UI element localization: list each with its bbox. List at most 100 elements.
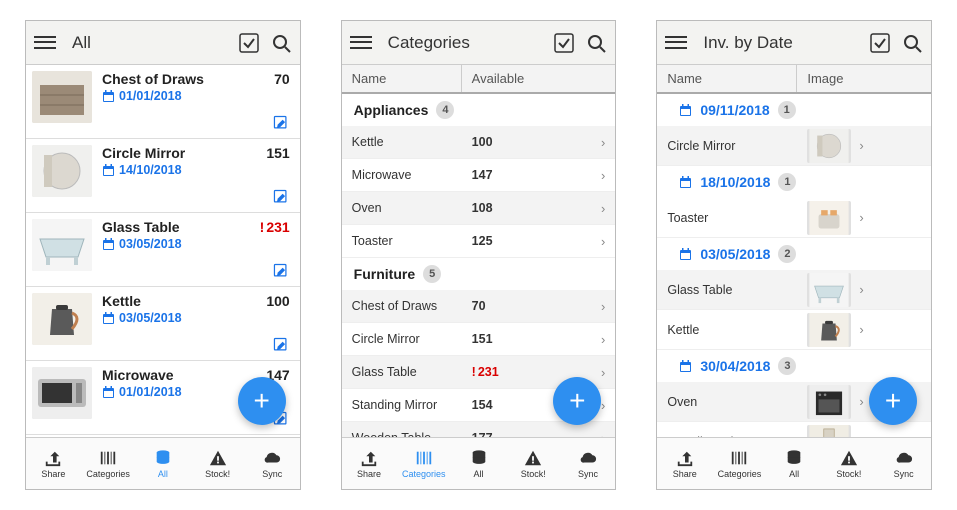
nav-share[interactable]: Share [342, 438, 397, 489]
table-row[interactable]: Oven 108 › [342, 192, 616, 225]
cell-name: Chest of Draws [352, 299, 472, 313]
nav-sync[interactable]: Sync [561, 438, 616, 489]
edit-icon[interactable] [272, 262, 290, 280]
nav-sync[interactable]: Sync [876, 438, 931, 489]
cell-name: Standing Mirror [352, 398, 472, 412]
date-group[interactable]: 03/05/20182 [657, 238, 931, 270]
add-button[interactable]: + [869, 377, 917, 425]
cell-available: 125 [472, 234, 601, 248]
screen-categories: Categories Name Available Appliances4 Ke… [341, 20, 617, 490]
grid-header: Name Image [657, 65, 931, 94]
menu-icon[interactable] [34, 32, 56, 54]
table-row[interactable]: Kettle › [657, 310, 931, 350]
table-row[interactable]: Circle Mirror 151 › [342, 323, 616, 356]
list-item[interactable]: Circle Mirror 14/10/2018 151 [26, 139, 300, 213]
item-title: Circle Mirror [102, 145, 254, 161]
nav-share[interactable]: Share [657, 438, 712, 489]
table-row[interactable]: Kettle 100 › [342, 126, 616, 159]
table-row[interactable]: Circle Mirror › [657, 126, 931, 166]
cell-available: 147 [472, 168, 601, 182]
cell-name: Circle Mirror [352, 332, 472, 346]
chevron-right-icon: › [601, 168, 605, 183]
page-title: Categories [382, 33, 544, 53]
search-icon[interactable] [901, 32, 923, 54]
table-row[interactable]: Toaster 125 › [342, 225, 616, 258]
add-button[interactable]: + [238, 377, 286, 425]
cell-image [807, 425, 859, 438]
nav-share[interactable]: Share [26, 438, 81, 489]
cell-available: 151 [472, 332, 601, 346]
bottom-nav: Share Categories All Stock! Sync [657, 437, 931, 489]
nav-all[interactable]: All [135, 438, 190, 489]
select-mode-icon[interactable] [238, 32, 260, 54]
topbar: Categories [342, 21, 616, 65]
bottom-nav: Share Categories All Stock! Sync [26, 437, 300, 489]
cell-name: Glass Table [352, 365, 472, 379]
menu-icon[interactable] [350, 32, 372, 54]
topbar: All [26, 21, 300, 65]
select-mode-icon[interactable] [553, 32, 575, 54]
date-group[interactable]: 09/11/20181 [657, 94, 931, 126]
menu-icon[interactable] [665, 32, 687, 54]
chevron-right-icon: › [601, 234, 605, 249]
list-item[interactable]: Glass Table 03/05/2018 !231 [26, 213, 300, 287]
item-date: 01/01/2018 [102, 385, 254, 399]
group-count: 5 [423, 265, 441, 283]
cell-available: 70 [472, 299, 601, 313]
table-row[interactable]: Microwave 147 › [342, 159, 616, 192]
item-title: Kettle [102, 293, 254, 309]
group-count: 3 [778, 357, 796, 375]
group-count: 1 [778, 101, 796, 119]
group-count: 1 [778, 173, 796, 191]
nav-sync[interactable]: Sync [245, 438, 300, 489]
table-row[interactable]: Chest of Draws 70 › [342, 290, 616, 323]
nav-all[interactable]: All [767, 438, 822, 489]
cell-name: Toaster [352, 234, 472, 248]
group-count: 4 [436, 101, 454, 119]
nav-stock[interactable]: Stock! [506, 438, 561, 489]
cell-available: 100 [472, 135, 601, 149]
table-row[interactable]: Toaster › [657, 198, 931, 238]
nav-stock[interactable]: Stock! [190, 438, 245, 489]
chevron-right-icon: › [601, 135, 605, 150]
cell-name: Oven [667, 395, 807, 409]
chevron-right-icon: › [859, 138, 863, 153]
cell-name: Toaster [667, 211, 807, 225]
item-thumbnail [32, 367, 92, 419]
select-mode-icon[interactable] [869, 32, 891, 54]
category-group[interactable]: Appliances4 [342, 94, 616, 126]
cell-image [807, 273, 859, 307]
nav-categories[interactable]: Categories [81, 438, 136, 489]
add-button[interactable]: + [553, 377, 601, 425]
cell-name: Kettle [667, 323, 807, 337]
cell-name: Kettle [352, 135, 472, 149]
search-icon[interactable] [585, 32, 607, 54]
col-name: Name [657, 65, 797, 92]
chevron-right-icon: › [601, 299, 605, 314]
page-title: Inv. by Date [697, 33, 859, 53]
category-group[interactable]: Furniture5 [342, 258, 616, 290]
nav-all[interactable]: All [451, 438, 506, 489]
chevron-right-icon: › [859, 394, 863, 409]
chevron-right-icon: › [859, 210, 863, 225]
nav-categories[interactable]: Categories [712, 438, 767, 489]
topbar: Inv. by Date [657, 21, 931, 65]
chevron-right-icon: › [601, 201, 605, 216]
table-row[interactable]: Glass Table › [657, 270, 931, 310]
nav-categories[interactable]: Categories [396, 438, 451, 489]
item-title: Microwave [102, 367, 254, 383]
search-icon[interactable] [270, 32, 292, 54]
edit-icon[interactable] [272, 336, 290, 354]
date-group[interactable]: 18/10/20181 [657, 166, 931, 198]
page-title: All [66, 33, 228, 53]
item-thumbnail [32, 145, 92, 197]
item-date: 01/01/2018 [102, 89, 254, 103]
list-item[interactable]: Kettle 03/05/2018 100 [26, 287, 300, 361]
chevron-right-icon: › [859, 282, 863, 297]
edit-icon[interactable] [272, 188, 290, 206]
list-item[interactable]: Chest of Draws 01/01/2018 70 [26, 65, 300, 139]
cell-name: Circle Mirror [667, 139, 807, 153]
group-count: 2 [778, 245, 796, 263]
edit-icon[interactable] [272, 114, 290, 132]
nav-stock[interactable]: Stock! [822, 438, 877, 489]
